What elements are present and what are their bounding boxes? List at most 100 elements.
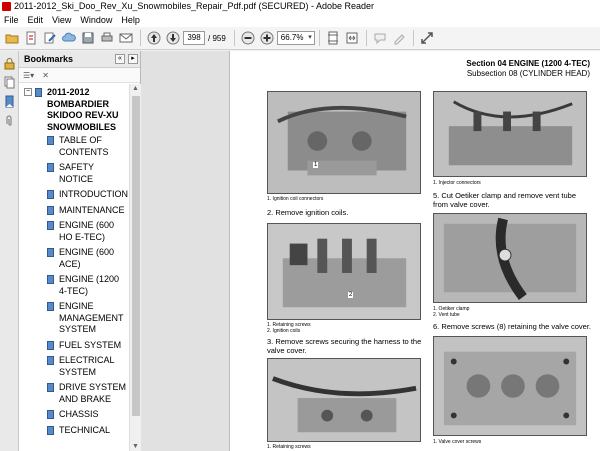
bookmark-root[interactable]: − 2011-2012 BOMBARDIER SKIDOO REV-XU SNO… (19, 87, 129, 133)
open-button[interactable] (3, 29, 21, 47)
menu-edit[interactable]: Edit (28, 13, 44, 27)
bookmark-icon (47, 136, 54, 145)
previous-page-button[interactable] (145, 29, 163, 47)
menu-view[interactable]: View (52, 13, 71, 27)
collapse-minus-icon[interactable]: − (24, 88, 32, 96)
page-number-input[interactable]: 398 (183, 31, 205, 45)
menu-window[interactable]: Window (80, 13, 112, 27)
bookmarks-icon[interactable] (3, 95, 16, 108)
zoom-out-icon (241, 31, 255, 45)
bookmark-icon (47, 248, 54, 257)
bookmarks-header: Bookmarks « ▸ (19, 51, 140, 68)
bookmarks-tree: − 2011-2012 BOMBARDIER SKIDOO REV-XU SNO… (19, 84, 129, 451)
window-title-bar: 2011-2012_Ski_Doo_Rev_Xu_Snowmobiles_Rep… (0, 0, 600, 13)
engine-photo-illustration (434, 214, 586, 302)
fit-width-button[interactable] (343, 29, 361, 47)
engine-photo-illustration (268, 92, 420, 193)
bookmark-item[interactable]: FUEL SYSTEM (19, 340, 129, 352)
print-button[interactable] (98, 29, 116, 47)
figure-valve-cover-screws (433, 336, 587, 436)
instruction-step: 2. Remove ignition coils. (267, 208, 349, 217)
bookmark-item[interactable]: ENGINE (1200 4-TEC) (19, 274, 129, 297)
next-page-button[interactable] (164, 29, 182, 47)
options-dropdown-icon[interactable]: ☰▾ (23, 71, 34, 80)
lock-icon[interactable] (3, 57, 16, 70)
attachments-paperclip-icon[interactable] (3, 114, 16, 127)
bookmark-item[interactable]: SAFETY NOTICE (19, 162, 129, 185)
edit-pencil-icon (44, 32, 56, 44)
figure-caption: 1. Injector connectors (433, 180, 481, 186)
figure-caption: 1. Ignition coil connectors (267, 196, 324, 202)
callout-label: 1 (313, 162, 319, 168)
figure-vent-tube (433, 213, 587, 303)
comment-bubble-icon (374, 33, 386, 45)
figure-harness-screws (267, 358, 421, 442)
figure-ignition-coils: 2 (267, 223, 421, 320)
highlighter-icon (394, 34, 405, 45)
save-button[interactable] (79, 29, 97, 47)
cloud-button[interactable] (60, 29, 78, 47)
edit-button[interactable] (41, 29, 59, 47)
expand-arrows-icon (421, 32, 433, 44)
bookmarks-title: Bookmarks (24, 54, 74, 64)
collapse-panel-button[interactable]: « (115, 54, 125, 64)
bookmark-item[interactable]: DRIVE SYSTEM AND BRAKE (19, 382, 129, 405)
bookmarks-scrollbar[interactable]: ▲ ▼ (129, 84, 141, 451)
figure-ignition-coil-connectors: 1 (267, 91, 421, 194)
bookmark-item[interactable]: ENGINE MANAGEMENT SYSTEM (19, 301, 129, 336)
section-header: Section 04 ENGINE (1200 4-TEC) Subsectio… (466, 59, 590, 79)
toolbar-separator (318, 30, 320, 46)
instruction-step: 5. Cut Oetiker clamp and remove vent tub… (433, 191, 576, 209)
create-pdf-icon (26, 31, 36, 45)
fit-page-button[interactable] (324, 29, 342, 47)
bookmark-icon (47, 340, 54, 350)
callout-label: 2 (348, 292, 354, 298)
bookmark-item[interactable]: MAINTENANCE (19, 205, 129, 217)
engine-photo-illustration (268, 224, 420, 319)
figure-caption: 1. Valve cover screws (433, 439, 482, 445)
comment-button[interactable] (371, 29, 389, 47)
close-panel-button[interactable]: ▸ (128, 54, 138, 64)
fit-page-icon (327, 31, 338, 45)
scrollbar-thumb[interactable] (132, 96, 140, 416)
page-thumbnails-icon[interactable] (3, 76, 16, 89)
bookmark-item[interactable]: ELECTRICAL SYSTEM (19, 355, 129, 378)
toolbar-separator (233, 30, 235, 46)
bookmark-item[interactable]: CHASSIS (19, 409, 129, 421)
subsection-title: Subsection 08 (CYLINDER HEAD) (466, 69, 590, 78)
delete-bookmark-icon[interactable]: ✕ (42, 71, 49, 80)
zoom-in-button[interactable] (258, 29, 276, 47)
scroll-up-arrow-icon[interactable]: ▲ (132, 85, 139, 92)
menu-file[interactable]: File (4, 13, 19, 27)
bookmark-item[interactable]: TABLE OF CONTENTS (19, 135, 129, 158)
toolbar-separator (412, 30, 414, 46)
email-button[interactable] (117, 29, 135, 47)
bookmark-icon (47, 425, 54, 435)
zoom-level-select[interactable]: 66.7% (276, 31, 315, 45)
navigation-pane-strip (0, 51, 19, 451)
zoom-out-button[interactable] (239, 29, 257, 47)
scroll-down-arrow-icon[interactable]: ▼ (132, 443, 139, 450)
bookmark-icon (47, 190, 54, 199)
bookmark-item[interactable]: TECHNICAL (19, 425, 129, 437)
arrow-down-circle-icon (166, 31, 180, 45)
zoom-in-icon (260, 31, 274, 45)
figure-injector-connectors (433, 91, 587, 177)
engine-photo-illustration (434, 337, 586, 435)
cloud-icon (62, 32, 76, 42)
bookmark-item[interactable]: ENGINE (600 HO E-TEC) (19, 220, 129, 243)
section-title: Section 04 ENGINE (1200 4-TEC) (466, 59, 590, 68)
toolbar: 398 / 959 66.7% (0, 27, 600, 50)
figure-caption: 1. Retaining screws (267, 444, 311, 450)
bookmark-item[interactable]: INTRODUCTION (19, 189, 129, 201)
bookmark-icon (47, 163, 54, 172)
menu-help[interactable]: Help (121, 13, 140, 27)
expand-button[interactable] (418, 29, 436, 47)
highlight-button[interactable] (390, 29, 408, 47)
bookmark-item[interactable]: ENGINE (600 ACE) (19, 247, 129, 270)
fit-width-icon (346, 32, 358, 44)
document-viewport[interactable]: Section 04 ENGINE (1200 4-TEC) Subsectio… (141, 51, 600, 451)
bookmark-icon (47, 221, 54, 230)
bookmarks-panel: Bookmarks « ▸ ☰▾ ✕ − 2011-2012 BOMBARDIE… (19, 51, 141, 451)
create-pdf-button[interactable] (22, 29, 40, 47)
